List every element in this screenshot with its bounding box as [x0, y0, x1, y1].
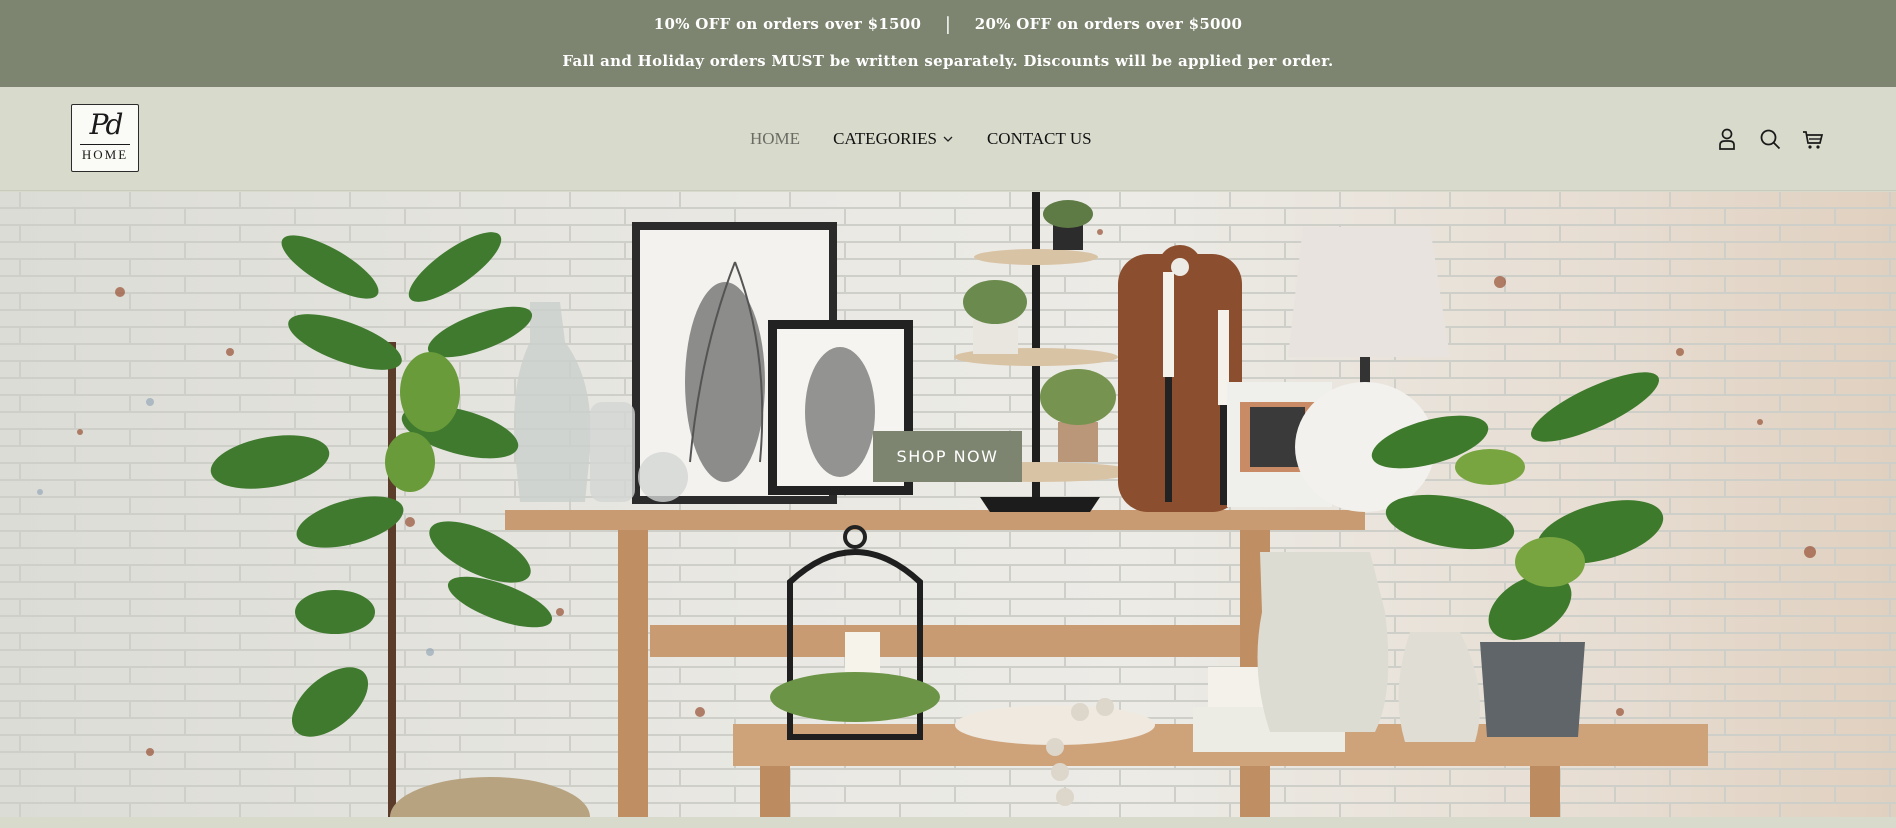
announcement-offers: 10% OFF on orders over $1500 | 20% OFF o…	[0, 13, 1896, 35]
announcement-notice: Fall and Holiday orders MUST be written …	[562, 52, 1334, 70]
nav-categories-label: CATEGORIES	[833, 129, 937, 148]
nav-item-contact[interactable]: CONTACT US	[987, 129, 1092, 149]
nav-item-categories[interactable]: CATEGORIES	[833, 129, 954, 149]
hero-banner: SHOP NOW	[0, 192, 1896, 817]
logo-monogram: Pd	[89, 108, 124, 141]
nav-home-label: HOME	[750, 129, 801, 148]
nav-item-home[interactable]: HOME	[750, 129, 800, 149]
nav-contact-label: CONTACT US	[986, 129, 1092, 148]
page-bottom-strip	[0, 817, 1896, 828]
logo-wordmark: HOME	[81, 147, 129, 162]
search-icon[interactable]	[1759, 127, 1781, 151]
announcement-bar: 10% OFF on orders over $1500 | 20% OFF o…	[0, 0, 1896, 87]
offer-text-2: 20% OFF on orders over $5000	[974, 15, 1243, 33]
cart-icon[interactable]	[1802, 127, 1824, 151]
account-icon[interactable]	[1716, 127, 1738, 151]
main-nav: HOME CATEGORIES CONTACT US	[750, 129, 1125, 149]
offer-separator: |	[944, 14, 952, 35]
header-icons	[1695, 127, 1824, 151]
site-header: Pd HOME HOME CATEGORIES CONTACT US	[0, 87, 1896, 191]
logo-rule	[80, 144, 130, 145]
shop-now-button[interactable]: SHOP NOW	[873, 431, 1022, 482]
home-logo[interactable]: Pd HOME	[71, 104, 139, 172]
hero-image	[0, 192, 1896, 817]
chevron-down-icon	[943, 136, 953, 142]
offer-text-1: 10% OFF on orders over $1500	[653, 15, 922, 33]
